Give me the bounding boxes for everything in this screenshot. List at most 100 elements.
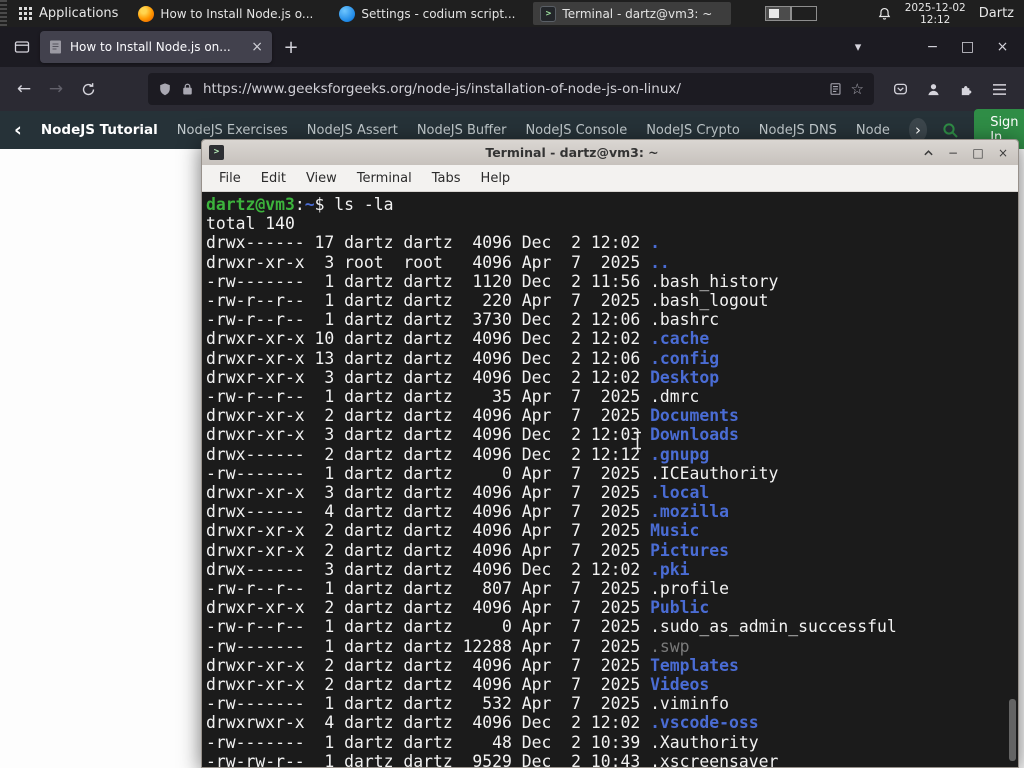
workspace-switcher: [765, 6, 818, 21]
terminal-line: -rw------- 1 dartz dartz 1120 Dec 2 11:5…: [206, 271, 779, 291]
account-icon[interactable]: [917, 73, 950, 105]
terminal-line: drwxr-xr-x 3 dartz dartz 4096 Apr 7 2025…: [206, 483, 710, 503]
menu-terminal[interactable]: Terminal: [348, 168, 421, 189]
terminal-output: dartz@vm3:~$ ls -la total 140 drwx------ 1…: [206, 195, 1018, 767]
terminal-titlebar[interactable]: > Terminal - dartz@vm3: ~ − □ ×: [202, 140, 1018, 165]
workspace-2[interactable]: [791, 6, 818, 21]
forward-button[interactable]: →: [40, 73, 72, 105]
sitenav-item[interactable]: Node: [856, 123, 890, 138]
sitenav-item[interactable]: NodeJS Buffer: [417, 123, 507, 138]
tab-close-icon[interactable]: ×: [251, 39, 263, 55]
terminal-line: -rw------- 1 dartz dartz 12288 Apr 7 202…: [206, 636, 690, 656]
firefox-view-button[interactable]: [7, 32, 37, 62]
terminal-line: drwxr-xr-x 2 dartz dartz 4096 Apr 7 2025…: [206, 598, 710, 618]
window-close-button[interactable]: ×: [985, 28, 1020, 66]
terminal-line: drwxr-xr-x 2 dartz dartz 4096 Apr 7 2025…: [206, 406, 739, 426]
terminal-line: drwxr-xr-x 3 root root 4096 Apr 7 2025 .…: [206, 252, 670, 272]
shield-icon[interactable]: [158, 82, 172, 97]
notification-bell-icon[interactable]: [877, 6, 892, 22]
terminal-shade-button[interactable]: [920, 148, 936, 158]
terminal-line: drwxr-xr-x 2 dartz dartz 4096 Apr 7 2025…: [206, 675, 710, 695]
terminal-line: -rw-r--r-- 1 dartz dartz 807 Apr 7 2025 …: [206, 579, 730, 599]
terminal-maximize-button[interactable]: □: [970, 146, 986, 160]
sitenav-item[interactable]: NodeJS DNS: [759, 123, 837, 138]
menu-view[interactable]: View: [297, 168, 346, 189]
terminal-line: drwx------ 17 dartz dartz 4096 Dec 2 12:…: [206, 233, 660, 253]
panel-clock[interactable]: 2025-12-02 12:12: [905, 2, 966, 26]
terminal-line: drwxrwxr-x 4 dartz dartz 4096 Dec 2 12:0…: [206, 713, 759, 733]
tab-bar: How to Install Node.js on... × + ▾ − □ ×: [0, 27, 1024, 67]
terminal-line: drwx------ 4 dartz dartz 4096 Apr 7 2025…: [206, 502, 730, 522]
extensions-puzzle-icon[interactable]: [950, 73, 983, 105]
window-maximize-button[interactable]: □: [950, 28, 985, 66]
tab-title: How to Install Node.js on...: [70, 40, 231, 54]
nav-prev-chevron-icon[interactable]: ‹: [14, 119, 22, 141]
codium-icon: [339, 5, 356, 22]
terminal-line: drwxr-xr-x 2 dartz dartz 4096 Apr 7 2025…: [206, 655, 739, 675]
terminal-line: -rw------- 1 dartz dartz 532 Apr 7 2025 …: [206, 694, 730, 714]
menu-file[interactable]: File: [210, 168, 250, 189]
terminal-line: total 140: [206, 214, 295, 234]
taskbar-item-terminal[interactable]: > Terminal - dartz@vm3: ~: [533, 2, 732, 25]
reload-button[interactable]: [72, 73, 104, 105]
tab-how-to-install-nodejs[interactable]: How to Install Node.js on... ×: [40, 31, 272, 63]
sitenav-item[interactable]: NodeJS Assert: [307, 123, 398, 138]
panel-drag-handle[interactable]: [0, 0, 7, 27]
terminal-line: -rw-r--r-- 1 dartz dartz 3730 Dec 2 12:0…: [206, 310, 720, 330]
taskbar-item-label: How to Install Node.js o...: [160, 6, 314, 21]
clock-date: 2025-12-02: [904, 1, 966, 14]
terminal-menubar: File Edit View Terminal Tabs Help: [202, 165, 1018, 192]
lock-icon[interactable]: [181, 82, 194, 96]
window-minimize-button[interactable]: −: [915, 28, 950, 66]
workspace-1[interactable]: [765, 6, 792, 21]
taskbar-item-label: Settings - codium script...: [361, 6, 516, 21]
terminal-line: drwxr-xr-x 2 dartz dartz 4096 Apr 7 2025…: [206, 540, 730, 560]
taskbar-item-codium[interactable]: Settings - codium script...: [332, 2, 530, 25]
terminal-line: -rw------- 1 dartz dartz 0 Apr 7 2025 .I…: [206, 463, 779, 483]
top-panel: Applications How to Install Node.js o...…: [0, 0, 1024, 27]
panel-user-menu[interactable]: Dartz: [979, 6, 1014, 21]
terminal-line: -rw-r--r-- 1 dartz dartz 220 Apr 7 2025 …: [206, 291, 769, 311]
menu-tabs[interactable]: Tabs: [423, 168, 470, 189]
new-tab-button[interactable]: +: [276, 32, 306, 62]
reader-mode-icon[interactable]: [829, 82, 842, 96]
terminal-minimize-button[interactable]: −: [945, 146, 961, 160]
terminal-scrollbar-thumb[interactable]: [1009, 699, 1016, 761]
terminal-close-button[interactable]: ×: [995, 146, 1011, 160]
url-text: https://www.geeksforgeeks.org/node-js/in…: [203, 81, 681, 97]
navigation-toolbar: ← → https://www.geeksforgeeks.org/node-j…: [0, 67, 1024, 111]
list-all-tabs-button[interactable]: ▾: [843, 32, 873, 62]
terminal-line: drwxr-xr-x 3 dartz dartz 4096 Dec 2 12:0…: [206, 425, 739, 445]
search-icon[interactable]: [942, 122, 959, 139]
terminal-line: -rw-rw-r-- 1 dartz dartz 9529 Dec 2 10:4…: [206, 751, 779, 767]
terminal-line: drwxr-xr-x 2 dartz dartz 4096 Apr 7 2025…: [206, 521, 700, 541]
terminal-window-title: Terminal - dartz@vm3: ~: [485, 145, 659, 160]
taskbar-item-firefox[interactable]: How to Install Node.js o...: [131, 2, 329, 25]
url-bar[interactable]: https://www.geeksforgeeks.org/node-js/in…: [148, 73, 874, 105]
terminal-line: drwx------ 3 dartz dartz 4096 Dec 2 12:0…: [206, 559, 690, 579]
terminal-app-icon[interactable]: >: [209, 145, 224, 160]
mouse-ibeam-cursor: [632, 431, 643, 450]
terminal-line: drwx------ 2 dartz dartz 4096 Dec 2 12:1…: [206, 444, 710, 464]
firefox-icon: [138, 5, 155, 22]
menu-help[interactable]: Help: [472, 168, 520, 189]
terminal-screen[interactable]: dartz@vm3:~$ ls -la total 140 drwx------ 1…: [202, 192, 1018, 767]
menu-edit[interactable]: Edit: [252, 168, 295, 189]
pocket-icon[interactable]: [884, 73, 917, 105]
applications-menu-button[interactable]: Applications: [9, 0, 128, 27]
back-button[interactable]: ←: [8, 73, 40, 105]
terminal-line: -rw-r--r-- 1 dartz dartz 35 Apr 7 2025 .…: [206, 387, 700, 407]
sitenav-item-active[interactable]: NodeJS Tutorial: [41, 122, 158, 138]
sitenav-item[interactable]: NodeJS Crypto: [646, 123, 740, 138]
menu-hamburger-icon[interactable]: [983, 73, 1016, 105]
terminal-line: drwxr-xr-x 10 dartz dartz 4096 Dec 2 12:…: [206, 329, 710, 349]
terminal-line: dartz@vm3:~$ ls -la: [206, 195, 394, 214]
clock-time: 12:12: [920, 13, 951, 26]
page-icon: [49, 40, 62, 54]
sitenav-item[interactable]: NodeJS Exercises: [177, 123, 288, 138]
taskbar-item-label: Terminal - dartz@vm3: ~: [562, 6, 713, 21]
bookmark-star-icon[interactable]: ☆: [851, 80, 864, 98]
terminal-window: > Terminal - dartz@vm3: ~ − □ × File Edi…: [201, 139, 1019, 768]
terminal-line: -rw------- 1 dartz dartz 48 Dec 2 10:39 …: [206, 732, 759, 752]
sitenav-item[interactable]: NodeJS Console: [525, 123, 627, 138]
